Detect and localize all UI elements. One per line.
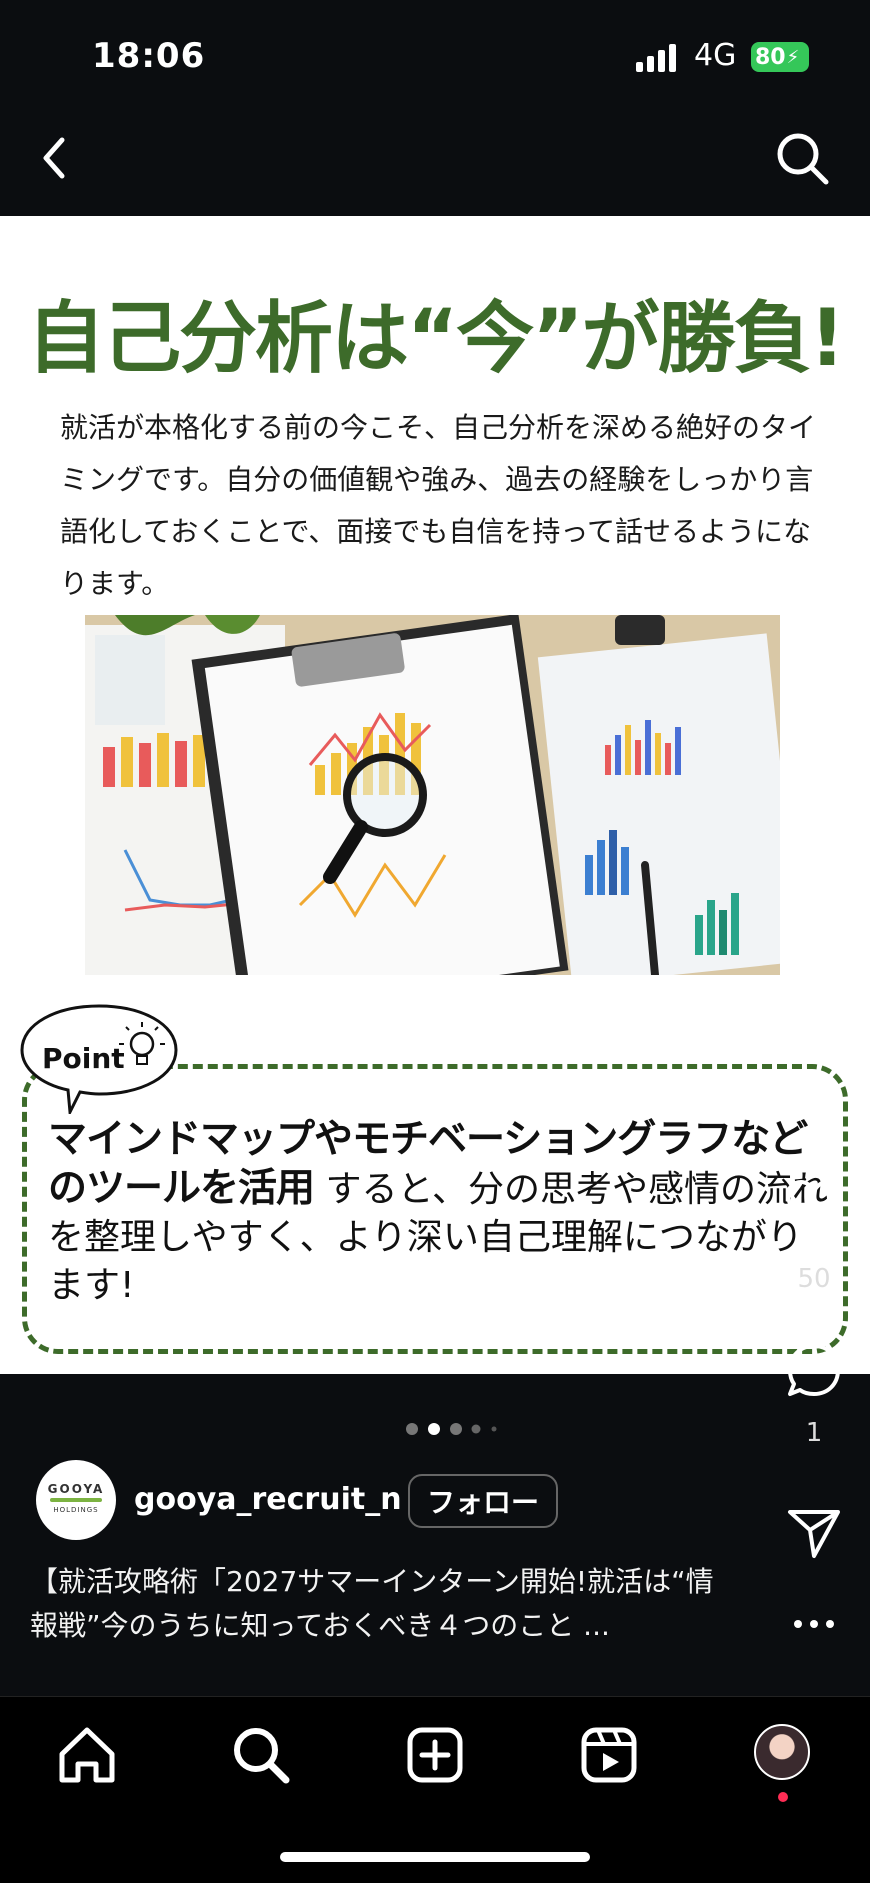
- avatar-brand-line2: HOLDINGS: [53, 1506, 99, 1514]
- battery-indicator: 80 ⚡: [751, 42, 809, 72]
- network-label: 4G: [694, 38, 737, 73]
- account-avatar[interactable]: GOOYA HOLDINGS: [36, 1460, 116, 1540]
- charging-icon: ⚡: [786, 46, 800, 68]
- back-icon[interactable]: [38, 130, 78, 186]
- account-username[interactable]: gooya_recruit_n: [134, 1482, 402, 1517]
- post-slide[interactable]: 自己分析は“今”が勝負! 就活が本格化する前の今こそ、自己分析を深める絶好のタイ…: [0, 216, 870, 1374]
- post-caption[interactable]: 【就活攻略術「2027サマーインターン開始!就活は“情報戦”今のうちに知っておく…: [30, 1560, 730, 1648]
- avatar-brand-line1: GOOYA: [47, 1482, 105, 1496]
- follow-button[interactable]: フォロー: [408, 1474, 558, 1528]
- reels-icon[interactable]: [574, 1720, 644, 1790]
- profile-avatar-tab[interactable]: [754, 1724, 810, 1780]
- charts-illustration: [85, 615, 780, 975]
- notification-dot: [778, 1792, 788, 1802]
- top-navigation: [0, 110, 870, 216]
- point-label: Point: [42, 1042, 125, 1075]
- explore-search-icon[interactable]: [226, 1720, 296, 1790]
- home-indicator[interactable]: [280, 1852, 590, 1862]
- create-post-icon[interactable]: [400, 1720, 470, 1790]
- heart-icon[interactable]: [784, 1178, 844, 1234]
- more-options-icon[interactable]: [784, 1614, 844, 1634]
- battery-level: 80: [755, 44, 786, 70]
- search-icon[interactable]: [772, 128, 832, 188]
- charts-photo: [85, 615, 780, 975]
- point-text: マインドマップやモチベーショングラフなどのツールを活用 すると、分の思考や感情の…: [48, 1116, 838, 1310]
- share-icon[interactable]: [784, 1502, 844, 1562]
- status-time: 18:06: [92, 36, 206, 76]
- comment-icon[interactable]: [784, 1340, 844, 1400]
- signal-icon: [636, 44, 676, 72]
- home-icon[interactable]: [52, 1720, 122, 1790]
- like-count: 50: [797, 1264, 831, 1294]
- avatar-brand-stripe: [50, 1498, 102, 1502]
- comment-count: 1: [805, 1418, 823, 1448]
- status-bar: 18:06 4G 80 ⚡: [0, 0, 870, 110]
- slide-headline: 自己分析は“今”が勝負!: [26, 294, 845, 384]
- slide-intro: 就活が本格化する前の今こそ、自己分析を深める絶好のタイミングです。自分の価値観や…: [60, 411, 817, 600]
- carousel-indicator: [406, 1423, 497, 1435]
